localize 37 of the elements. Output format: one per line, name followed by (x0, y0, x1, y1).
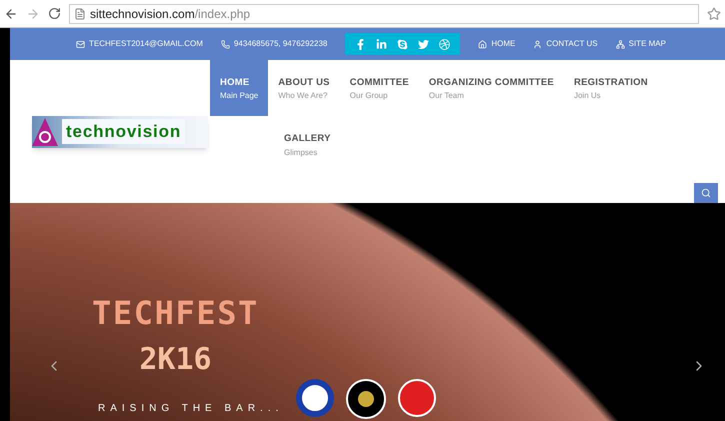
nav-item[interactable]: GALLERY Glimpses (274, 116, 341, 172)
user-icon (533, 40, 542, 48)
hero-tagline: RAISING THE BAR... (98, 402, 284, 416)
nav-item[interactable]: ORGANIZING COMMITTEE Our Team (418, 60, 564, 116)
mail-icon (76, 40, 85, 48)
home-icon (478, 40, 488, 48)
nav-item[interactable]: HOME Main Page (210, 60, 268, 116)
address-bar[interactable]: sittechnovision.com/index.php (69, 4, 699, 24)
logo-text: technovision (62, 118, 186, 144)
search-icon (701, 188, 711, 198)
phone-icon (220, 40, 230, 48)
hero-subtitle: 2K16 (139, 341, 212, 379)
bookmark-star-icon[interactable] (707, 6, 721, 20)
sitemap-icon (616, 40, 625, 48)
phone-text: 9434685675, 9476292238 (220, 38, 328, 50)
dribbble-icon[interactable] (439, 38, 450, 50)
twitter-icon[interactable] (418, 38, 430, 50)
hero-title: TECHFEST (92, 293, 259, 334)
forward-icon[interactable] (26, 6, 40, 20)
reload-icon[interactable] (48, 7, 61, 20)
linkedin-icon[interactable] (376, 38, 388, 50)
back-icon[interactable] (4, 6, 18, 20)
email-link[interactable]: TECHFEST2014@GMAIL.COM (76, 38, 203, 50)
nav-item[interactable]: COMMITTEE Our Group (340, 60, 419, 116)
college-logo (296, 379, 334, 417)
facebook-icon[interactable] (355, 38, 366, 50)
nav-item[interactable]: REGISTRATION Join Us (564, 60, 658, 116)
site-logo[interactable]: technovision (32, 116, 208, 148)
top-link[interactable]: HOME (478, 38, 516, 50)
group-logo (398, 379, 436, 417)
url-text: sittechnovision.com/index.php (90, 6, 250, 22)
top-link[interactable]: SITE MAP (616, 38, 666, 50)
skype-icon[interactable] (397, 38, 408, 50)
top-link[interactable]: CONTACT US (533, 38, 598, 50)
nav-item[interactable]: ABOUT US Who We Are? (268, 60, 340, 116)
search-button[interactable] (694, 183, 718, 203)
page-icon (74, 8, 86, 20)
